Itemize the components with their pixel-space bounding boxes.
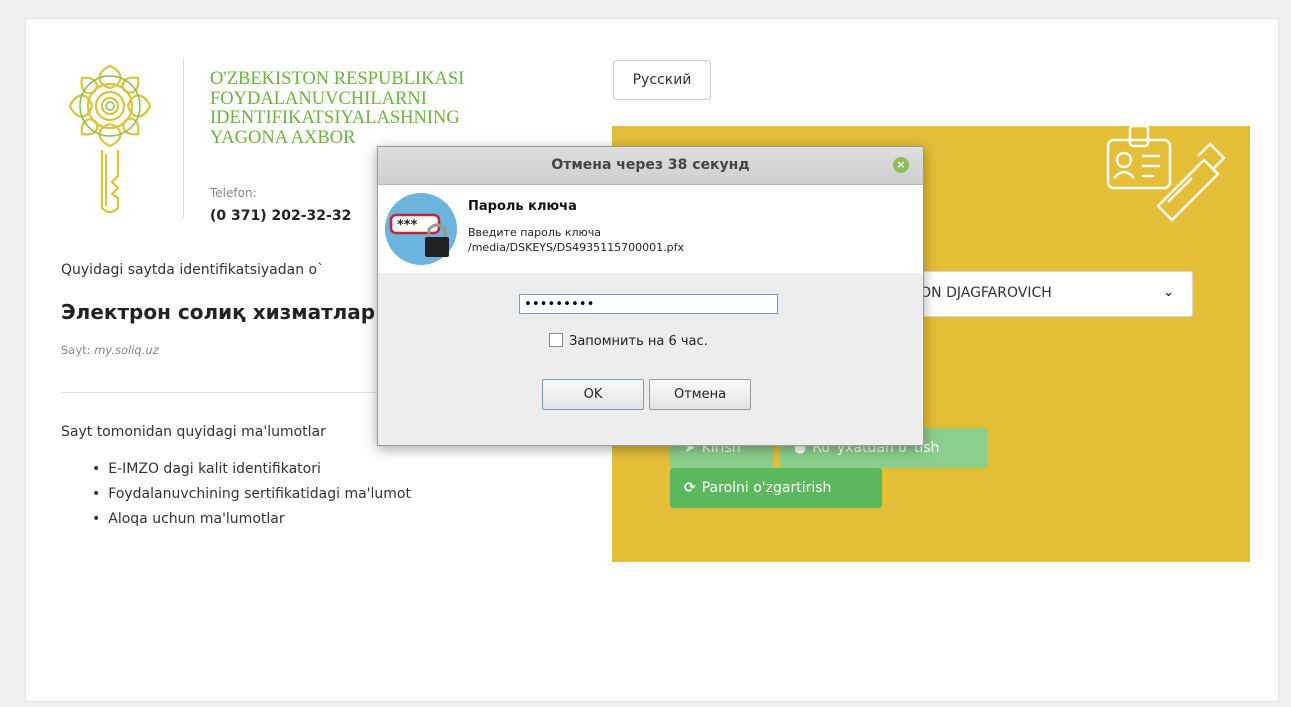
- remember-label: Запомнить на 6 час.: [569, 334, 708, 349]
- password-lock-icon: ***: [385, 193, 457, 265]
- checkbox-icon[interactable]: [549, 333, 563, 347]
- password-input[interactable]: [519, 294, 778, 314]
- intro-text: Quyidagi saytda identifikatsiyadan o`: [61, 262, 325, 278]
- close-icon[interactable]: ×: [893, 157, 909, 173]
- list-item: Aloqa uchun ma'lumotlar: [92, 507, 411, 532]
- organization-title: O'ZBEKISTON RESPUBLIKASI FOYDALANUVCHILA…: [210, 69, 540, 148]
- dialog-titlebar[interactable]: Отмена через 38 секунд ×: [378, 147, 923, 185]
- site-value: my.soliq.uz: [94, 343, 159, 357]
- org-title-line-2: FOYDALANUVCHILARNI: [210, 88, 427, 109]
- id-card-usb-key-icon: [1106, 124, 1226, 222]
- chevron-down-icon: ⌄: [1163, 285, 1174, 300]
- org-title-line-3: IDENTIFIKATSIYALASHNING: [210, 108, 460, 128]
- dialog-heading: Пароль ключа: [468, 199, 577, 214]
- divider: [61, 392, 381, 393]
- site-info: Sayt: my.soliq.uz: [61, 343, 159, 357]
- key-icon-text: ***: [397, 218, 418, 233]
- phone-label: Telefon:: [210, 186, 257, 200]
- refresh-icon: ⟳: [684, 480, 696, 496]
- certificate-select-value: JON DJAGFAROVICH: [916, 285, 1052, 301]
- info-list: E-IMZO dagi kalit identifikatori Foydala…: [92, 457, 411, 532]
- cancel-button[interactable]: Отмена: [649, 379, 751, 410]
- site-label: Sayt:: [61, 343, 91, 357]
- key-file-path: /media/DSKEYS/DS4935115700001.pfx: [468, 241, 684, 254]
- certificate-select[interactable]: JON DJAGFAROVICH ⌄: [905, 271, 1193, 317]
- dialog-title: Отмена через 38 секунд: [551, 157, 750, 173]
- dialog-prompt: Введите пароль ключа: [468, 226, 602, 239]
- remember-checkbox[interactable]: Запомнить на 6 час.: [549, 333, 708, 349]
- service-title: Электрон солиқ хизматлар: [61, 300, 376, 324]
- org-title-line-1: O'ZBEKISTON RESPUBLIKASI: [210, 69, 465, 89]
- change-password-label: Parolni o'zgartirish: [701, 480, 832, 496]
- language-button[interactable]: Русский: [613, 60, 711, 100]
- key-flower-logo-icon: [68, 64, 152, 214]
- list-item: Foydalanuvchining sertifikatidagi ma'lum…: [92, 482, 411, 507]
- change-password-button[interactable]: ⟳ Parolni o'zgartirish: [670, 468, 882, 508]
- phone-number: (0 371) 202-32-32: [210, 208, 352, 224]
- list-item: E-IMZO dagi kalit identifikatori: [92, 457, 411, 482]
- header-divider: [183, 58, 184, 218]
- dialog-header: *** Пароль ключа Введите пароль ключа /m…: [378, 185, 923, 273]
- ok-button[interactable]: OK: [542, 379, 644, 410]
- info-text: Sayt tomonidan quyidagi ma'lumotlar: [61, 424, 326, 440]
- key-password-dialog: Отмена через 38 секунд × *** Пароль ключ…: [377, 146, 924, 446]
